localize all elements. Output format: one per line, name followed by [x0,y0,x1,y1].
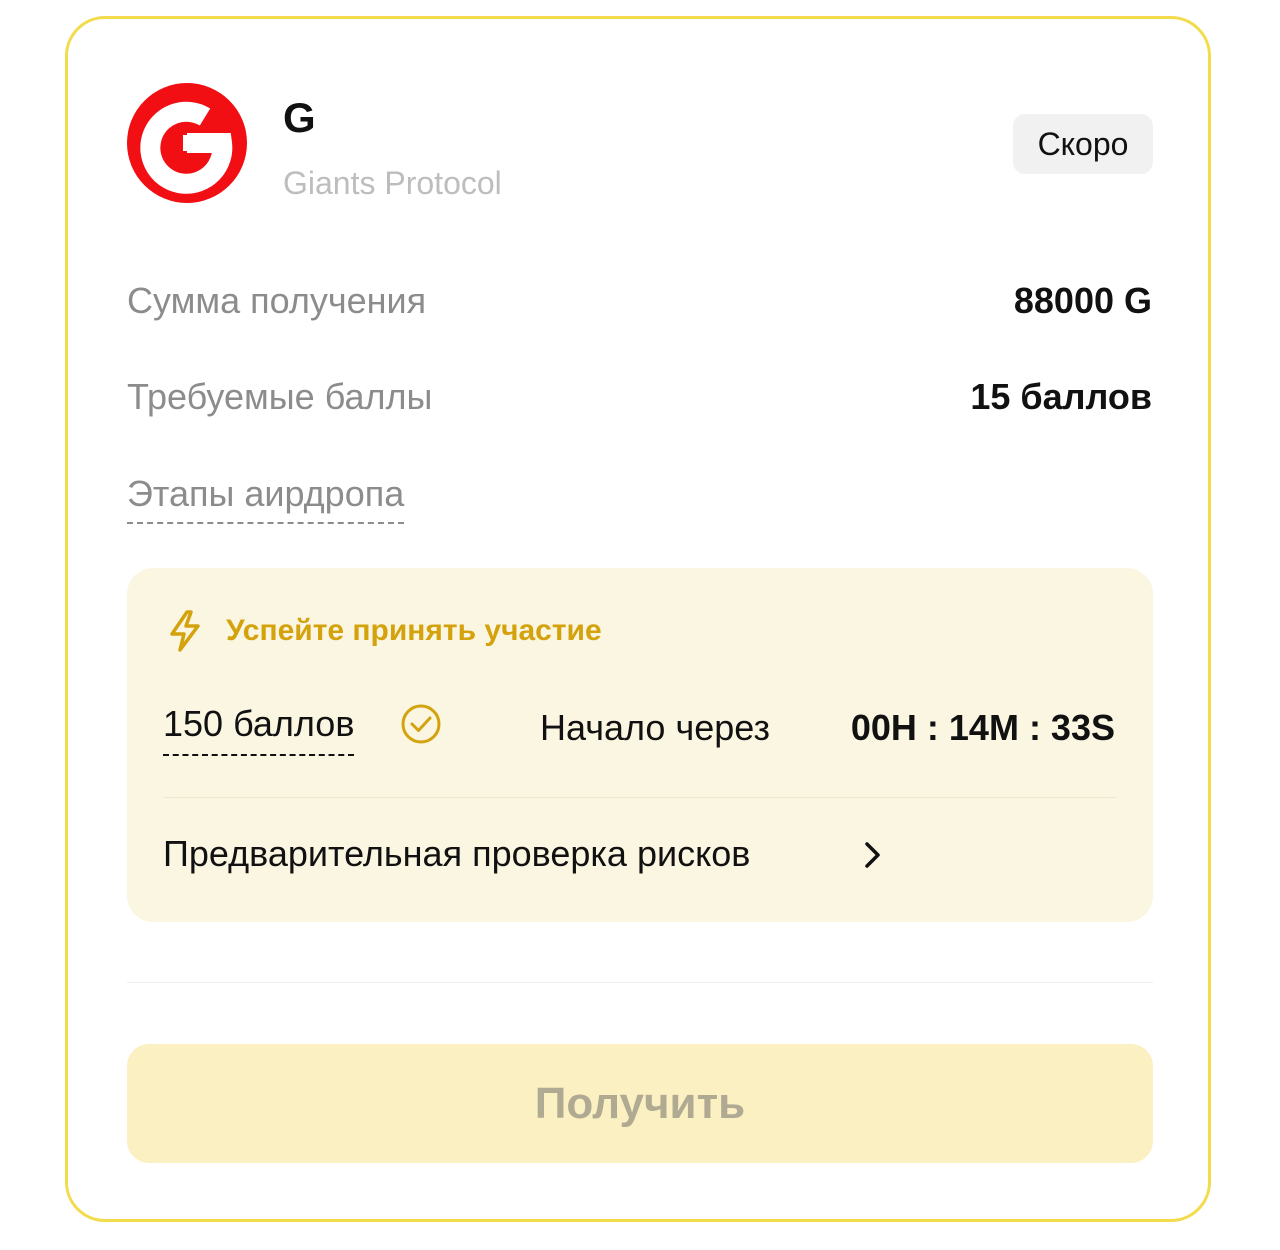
countdown-label: Начало через [540,707,770,748]
participation-title: Успейте принять участие [226,614,602,647]
amount-value: 88000 G [1013,280,1152,321]
lightning-bolt-icon [170,610,200,652]
participation-points[interactable]: 150 баллов [163,702,355,756]
giants-protocol-logo-icon [127,83,247,203]
airdrop-stages-link[interactable]: Этапы аирдропа [127,472,405,524]
amount-label: Сумма получения [127,280,427,321]
claim-button[interactable]: Получить [127,1044,1153,1163]
countdown-timer: 00H : 14M : 33S [850,707,1115,748]
section-divider [127,982,1153,983]
panel-divider [163,797,1117,798]
chevron-right-icon[interactable] [862,840,884,870]
token-symbol: G [283,94,316,141]
token-name: Giants Protocol [283,165,502,201]
check-circle-icon [401,704,441,744]
required-points-value: 15 баллов [970,376,1152,417]
required-points-label: Требуемые баллы [127,376,433,417]
status-badge: Скоро [1013,114,1153,174]
risk-check-link[interactable]: Предварительная проверка рисков [163,832,750,876]
